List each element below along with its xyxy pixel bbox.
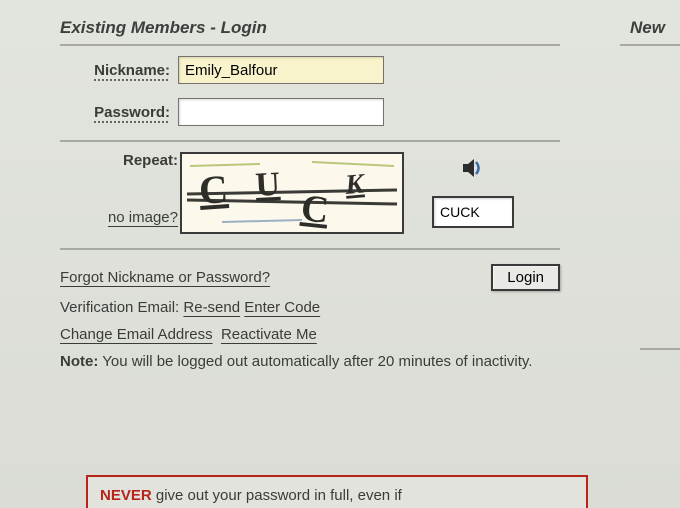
- warning-text: give out your password in full, even if: [152, 487, 402, 504]
- new-panel: New: [620, 18, 680, 46]
- svg-text:C: C: [197, 166, 229, 213]
- password-input[interactable]: [178, 98, 384, 126]
- warning-box: NEVER give out your password in full, ev…: [86, 475, 588, 508]
- no-image-link[interactable]: no image?: [108, 209, 178, 226]
- nickname-label: Nickname:: [60, 62, 178, 79]
- verification-line: Verification Email: Re-send Enter Code: [60, 299, 560, 316]
- panel-heading: Existing Members - Login: [60, 18, 560, 38]
- reactivate-link[interactable]: Reactivate Me: [221, 326, 317, 343]
- logout-note: Note: You will be logged out automatical…: [60, 353, 560, 370]
- login-button[interactable]: Login: [491, 264, 560, 291]
- warning-never: NEVER: [100, 487, 152, 504]
- change-email-link[interactable]: Change Email Address: [60, 326, 213, 343]
- login-panel: Existing Members - Login Nickname: Passw…: [60, 18, 560, 370]
- svg-text:U: U: [254, 166, 280, 204]
- divider: [620, 44, 680, 46]
- captcha-image: C U C K: [180, 152, 404, 234]
- nickname-row: Nickname:: [60, 56, 560, 84]
- verification-label: Verification Email:: [60, 299, 179, 316]
- captcha-row: Repeat: no image? C U C K: [60, 152, 560, 234]
- divider: [60, 44, 560, 46]
- divider: [640, 348, 680, 350]
- new-heading: New: [620, 18, 680, 38]
- password-label: Password:: [60, 104, 178, 121]
- password-row: Password:: [60, 98, 560, 126]
- note-bold: Note:: [60, 353, 98, 370]
- enter-code-link[interactable]: Enter Code: [244, 299, 320, 316]
- divider: [60, 140, 560, 142]
- svg-text:C: C: [299, 187, 331, 232]
- captcha-label: Repeat:: [60, 152, 178, 169]
- resend-link[interactable]: Re-send: [183, 299, 240, 316]
- divider: [60, 248, 560, 250]
- audio-captcha-icon[interactable]: [462, 158, 484, 182]
- forgot-link[interactable]: Forgot Nickname or Password?: [60, 269, 270, 286]
- note-text: You will be logged out automatically aft…: [98, 353, 532, 370]
- captcha-input[interactable]: [432, 196, 514, 228]
- nickname-input[interactable]: [178, 56, 384, 84]
